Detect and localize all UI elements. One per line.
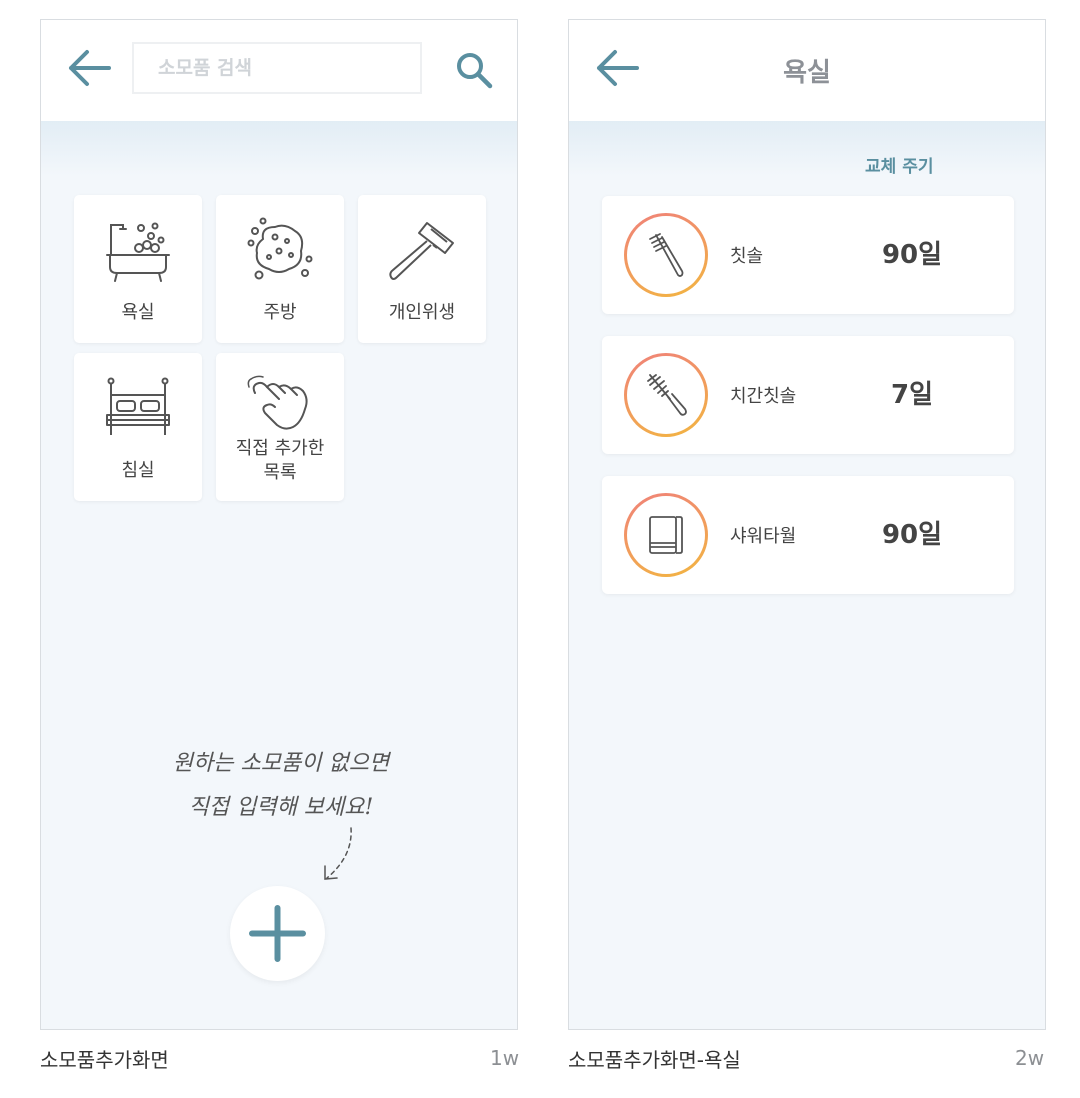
column-header-replacement-cycle: 교체 주기 bbox=[865, 157, 934, 177]
bed-icon bbox=[106, 377, 170, 435]
dashed-arrow-icon bbox=[324, 827, 352, 880]
category-label: 목록 bbox=[263, 462, 297, 483]
frame-caption: 소모품추가화면-욕실 bbox=[568, 1048, 741, 1072]
search-icon bbox=[457, 53, 493, 89]
item-icon-ring bbox=[624, 213, 708, 297]
back-button[interactable] bbox=[65, 48, 113, 88]
razor-icon bbox=[389, 222, 454, 280]
frame-badge: 1w bbox=[490, 1046, 520, 1070]
item-icon-ring bbox=[624, 493, 708, 577]
hint-line: 원하는 소모품이 없으면 bbox=[172, 751, 390, 776]
category-personal-hygiene[interactable]: 개인위생 bbox=[358, 195, 486, 343]
plus-icon bbox=[249, 905, 306, 962]
interdental-brush-icon bbox=[647, 374, 687, 416]
category-label: 직접 추가한 bbox=[235, 438, 325, 459]
search-input[interactable] bbox=[134, 44, 420, 92]
category-label: 개인위생 bbox=[388, 302, 456, 323]
category-custom-list[interactable]: 직접 추가한 목록 bbox=[216, 353, 344, 501]
top-bar bbox=[41, 20, 517, 121]
hand-pointer-icon bbox=[247, 375, 308, 430]
toothbrush-icon bbox=[649, 233, 684, 277]
frame-badge: 2w bbox=[1015, 1046, 1045, 1070]
hint-text: 원하는 소모품이 없으면 직접 입력해 보세요! bbox=[141, 742, 421, 830]
category-bedroom[interactable]: 침실 bbox=[74, 353, 202, 501]
screen-add-supplies: 욕실 주방 개인위생 침실 bbox=[40, 19, 518, 1030]
category-label: 욕실 bbox=[121, 302, 155, 323]
search-field[interactable] bbox=[132, 42, 422, 94]
item-name: 칫솔 bbox=[730, 246, 764, 267]
back-arrow-icon bbox=[69, 50, 111, 86]
supply-item-shower-towel[interactable]: 샤워타월 90일 bbox=[602, 476, 1014, 594]
frame-caption: 소모품추가화면 bbox=[40, 1048, 169, 1072]
item-name: 치간칫솔 bbox=[730, 386, 797, 407]
top-bar: 욕실 bbox=[569, 20, 1045, 121]
add-custom-button[interactable] bbox=[230, 886, 325, 981]
category-label: 주방 bbox=[263, 302, 297, 323]
sponge-icon bbox=[247, 217, 313, 280]
supply-item-toothbrush[interactable]: 칫솔 90일 bbox=[602, 196, 1014, 314]
item-name: 샤워타월 bbox=[730, 526, 797, 547]
item-replacement-days: 7일 bbox=[890, 380, 933, 410]
towel-icon bbox=[649, 516, 683, 554]
category-kitchen[interactable]: 주방 bbox=[216, 195, 344, 343]
item-icon-ring bbox=[624, 353, 708, 437]
item-replacement-days: 90일 bbox=[881, 240, 943, 270]
item-replacement-days: 90일 bbox=[881, 520, 943, 550]
screen-bathroom-supplies: 욕실 교체 주기 칫솔 90일 치간칫솔 7일 샤워타월 90일 bbox=[568, 19, 1046, 1030]
hint-line: 직접 입력해 보세요! bbox=[188, 795, 374, 820]
search-button[interactable] bbox=[454, 50, 494, 90]
bathtub-icon bbox=[106, 222, 170, 282]
supply-item-interdental-brush[interactable]: 치간칫솔 7일 bbox=[602, 336, 1014, 454]
category-bathroom[interactable]: 욕실 bbox=[74, 195, 202, 343]
page-title: 욕실 bbox=[783, 58, 831, 88]
category-label: 침실 bbox=[121, 460, 155, 481]
